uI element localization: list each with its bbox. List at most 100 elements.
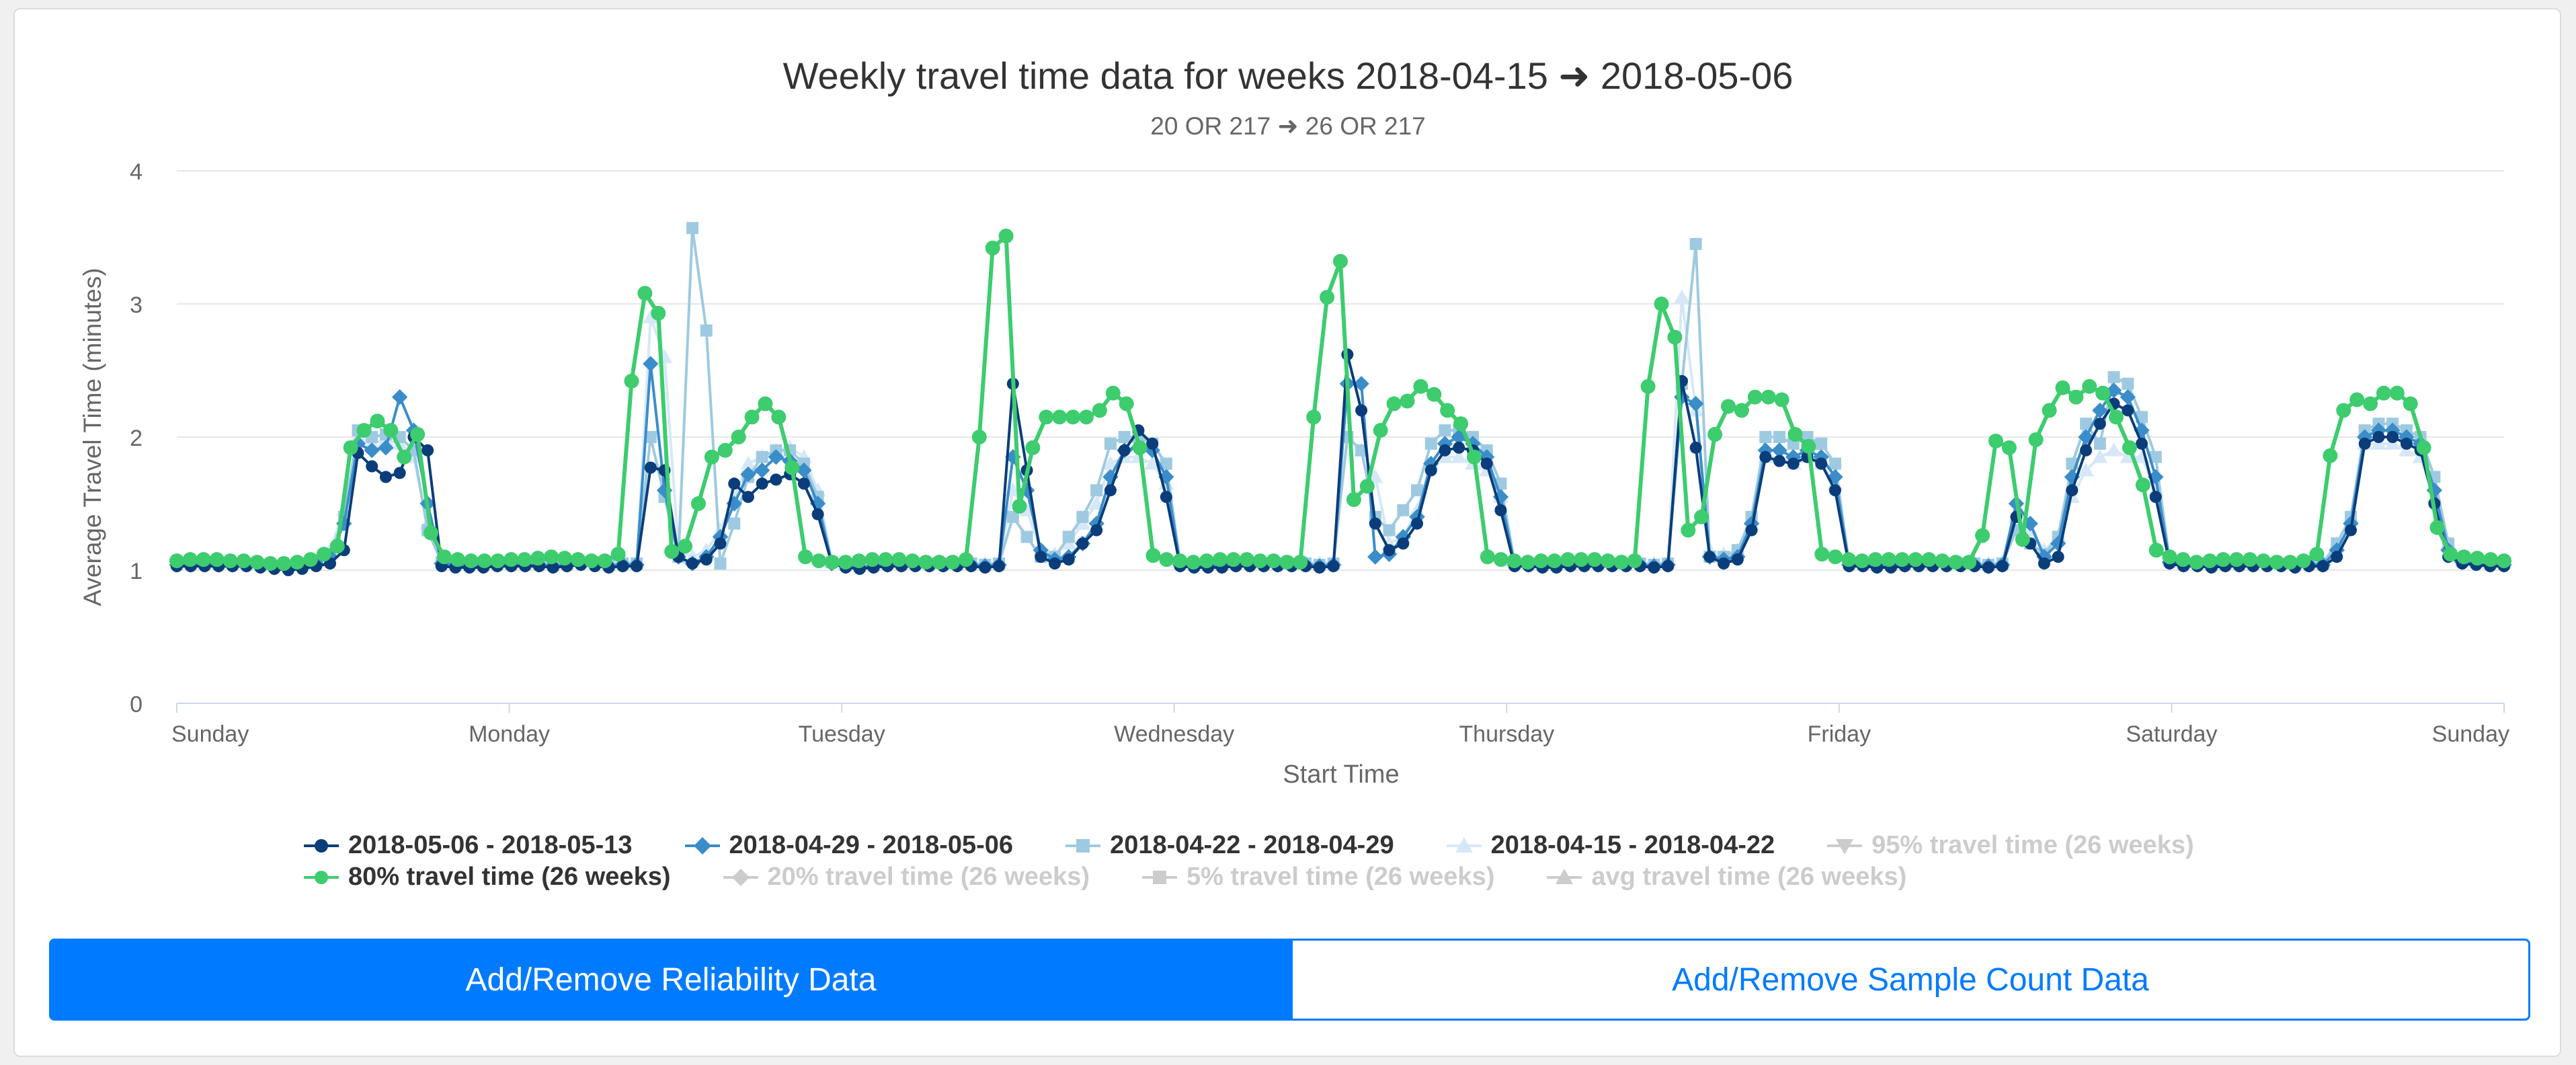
data-point — [379, 471, 392, 483]
data-point — [1493, 552, 1508, 567]
data-point — [2376, 385, 2391, 401]
data-point — [1640, 379, 1656, 394]
data-point — [811, 508, 824, 520]
reliability-data-button[interactable]: Add/Remove Reliability Data — [49, 939, 1293, 1021]
legend-item[interactable]: avg travel time (26 weeks) — [1545, 863, 1906, 892]
data-point — [303, 552, 318, 567]
legend-item[interactable]: 20% travel time (26 weeks) — [722, 863, 1090, 892]
data-point — [1828, 484, 1841, 497]
data-point — [2095, 385, 2111, 401]
data-point — [958, 552, 973, 567]
data-point — [1773, 455, 1786, 467]
data-point — [985, 240, 1000, 255]
data-point — [1383, 544, 1396, 557]
data-point — [2093, 437, 2106, 450]
data-point — [1600, 553, 1615, 569]
data-point — [998, 229, 1014, 244]
data-point — [1854, 553, 1869, 569]
legend-item[interactable]: 2018-04-15 - 2018-04-22 — [1445, 831, 1775, 860]
y-tick-label: 4 — [130, 159, 143, 185]
data-point — [1773, 431, 1786, 443]
legend-item[interactable]: 80% travel time (26 weeks) — [303, 863, 671, 892]
data-point — [784, 460, 800, 475]
data-point — [1867, 552, 1883, 567]
legend-label: 20% travel time (26 weeks) — [767, 863, 1090, 891]
data-point — [1397, 504, 1410, 516]
data-point — [2389, 385, 2405, 401]
data-point — [1049, 557, 1061, 570]
data-point — [1400, 393, 1415, 409]
data-point — [2122, 404, 2134, 417]
legend-symbol-icon — [1065, 838, 1101, 853]
data-point — [1320, 290, 1335, 305]
legend-label: 2018-05-06 - 2018-05-13 — [348, 831, 633, 859]
data-point — [2001, 440, 2017, 455]
x-tick-label: Sunday — [2432, 721, 2509, 747]
data-point — [1062, 553, 1075, 566]
data-point — [1118, 444, 1131, 457]
data-point — [971, 430, 987, 444]
data-point — [1313, 561, 1326, 574]
data-point — [1306, 409, 1322, 425]
data-point — [1199, 553, 1215, 569]
data-point — [2497, 553, 2511, 569]
data-point — [797, 477, 810, 490]
data-point — [1745, 524, 1758, 537]
data-point — [1397, 537, 1410, 550]
data-point — [2443, 547, 2458, 562]
data-point — [1386, 396, 1402, 411]
data-point — [1159, 552, 1174, 567]
legend-label: 2018-04-22 - 2018-04-29 — [1110, 831, 1394, 859]
data-point — [1881, 552, 1896, 567]
legend-item[interactable]: 95% travel time (26 weeks) — [1826, 831, 2194, 860]
data-point — [838, 555, 853, 570]
data-point — [2386, 431, 2399, 443]
data-point — [1367, 549, 1383, 565]
data-point — [728, 477, 741, 490]
data-point — [1988, 433, 2003, 448]
data-point — [2331, 551, 2343, 563]
data-point — [2122, 440, 2137, 455]
data-point — [169, 553, 184, 569]
data-point — [1613, 555, 1629, 570]
data-point — [1689, 441, 1702, 454]
data-point — [678, 539, 693, 554]
data-point — [364, 442, 380, 459]
data-point — [1279, 555, 1295, 570]
data-point — [2052, 551, 2064, 563]
sample-count-data-button[interactable]: Add/Remove Sample Count Data — [1291, 939, 2530, 1021]
data-point — [421, 444, 434, 457]
legend-item[interactable]: 2018-04-22 - 2018-04-29 — [1064, 831, 1394, 860]
data-point — [290, 555, 305, 570]
data-point — [1293, 555, 1308, 570]
data-point — [2403, 396, 2418, 411]
x-tick-label: Tuesday — [799, 721, 885, 747]
data-point — [530, 551, 546, 566]
data-point — [2309, 547, 2325, 562]
data-point — [1774, 392, 1789, 407]
data-point — [686, 222, 699, 235]
legend-symbol-icon — [304, 838, 339, 853]
legend-symbol-icon — [1142, 870, 1177, 884]
legend-symbol-icon — [684, 836, 720, 855]
legend-row: 80% travel time (26 weeks) 20% travel tim… — [303, 863, 2521, 892]
data-point — [343, 440, 358, 455]
data-point — [1627, 553, 1642, 569]
data-point — [1118, 431, 1131, 443]
data-point — [1411, 484, 1424, 497]
data-point — [2216, 552, 2231, 567]
data-point — [1466, 449, 1482, 465]
legend-item[interactable]: 2018-04-29 - 2018-05-06 — [684, 831, 1013, 860]
data-point — [1104, 437, 1117, 450]
data-point — [2092, 449, 2108, 463]
data-point — [851, 553, 867, 569]
legend-marker — [693, 836, 711, 855]
legend-item[interactable]: 5% travel time (26 weeks) — [1141, 863, 1494, 892]
legend-symbol-icon — [723, 868, 758, 886]
series-group — [169, 289, 2512, 571]
data-point — [1587, 552, 1603, 567]
data-point — [2042, 403, 2057, 418]
legend-item[interactable]: 2018-05-06 - 2018-05-13 — [303, 831, 633, 860]
data-point — [1761, 389, 1776, 405]
data-point — [1132, 440, 1148, 455]
